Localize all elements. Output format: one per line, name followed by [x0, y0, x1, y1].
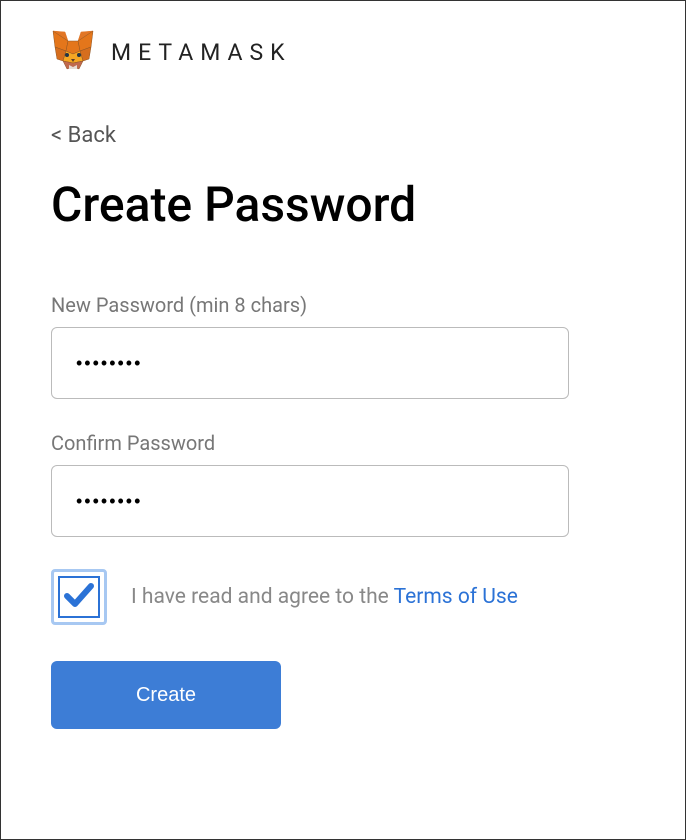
page-title: Create Password	[51, 176, 635, 233]
new-password-label: New Password (min 8 chars)	[51, 293, 635, 317]
tos-checkbox[interactable]	[51, 569, 107, 625]
brand-name: METAMASK	[111, 39, 292, 66]
confirm-password-input[interactable]	[51, 465, 569, 537]
tos-prefix: I have read and agree to the	[131, 585, 394, 609]
create-button[interactable]: Create	[51, 661, 281, 729]
brand-header: METAMASK	[51, 29, 635, 75]
tos-link[interactable]: Terms of Use	[394, 585, 518, 609]
metamask-fox-icon	[51, 29, 95, 75]
new-password-input[interactable]	[51, 327, 569, 399]
tos-text: I have read and agree to the Terms of Us…	[131, 585, 518, 609]
confirm-password-label: Confirm Password	[51, 431, 635, 455]
checkmark-icon	[62, 578, 96, 616]
back-link[interactable]: < Back	[51, 123, 116, 148]
